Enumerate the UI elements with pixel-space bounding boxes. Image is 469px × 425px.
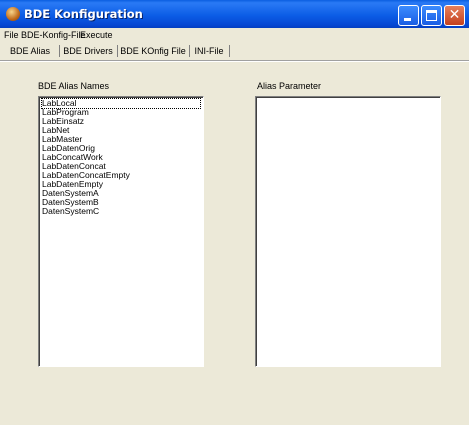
title-bar[interactable]: BDE Konfiguration ✕ [0,0,469,28]
alias-names-list[interactable]: LabLocal LabProgram LabEinsatz LabNet La… [38,96,204,367]
maximize-button[interactable] [421,5,442,26]
tab-divider [189,45,190,57]
close-icon: ✕ [448,7,461,23]
maximize-icon [426,10,437,21]
alias-names-label: BDE Alias Names [38,81,110,91]
tab-strip-highlight [0,61,469,62]
tab-bde-alias[interactable]: BDE Alias [2,42,58,60]
tab-bde-drivers[interactable]: BDE Drivers [61,43,115,59]
alias-list-item[interactable]: DatenSystemC [42,207,99,216]
menu-execute[interactable]: Execute [80,30,113,40]
bde-app-icon[interactable] [6,7,20,21]
alias-parameter-label: Alias Parameter [257,81,322,91]
menu-bde-konfig-file[interactable]: BDE-Konfig-File [21,30,86,40]
menu-bar: File BDE-Konfig-File Execute [0,28,469,42]
minimize-button[interactable] [398,5,419,26]
menu-file[interactable]: File [4,30,19,40]
close-button[interactable]: ✕ [444,5,465,26]
window-title: BDE Konfiguration [24,7,143,21]
alias-parameter-list[interactable] [255,96,441,367]
tab-bde-konfig-file[interactable]: BDE KOnfig File [119,43,187,59]
tab-divider [229,45,230,57]
tab-divider [59,45,60,57]
tab-divider [117,45,118,57]
tab-ini-file[interactable]: INI-File [191,43,227,59]
minimize-icon [404,18,411,21]
